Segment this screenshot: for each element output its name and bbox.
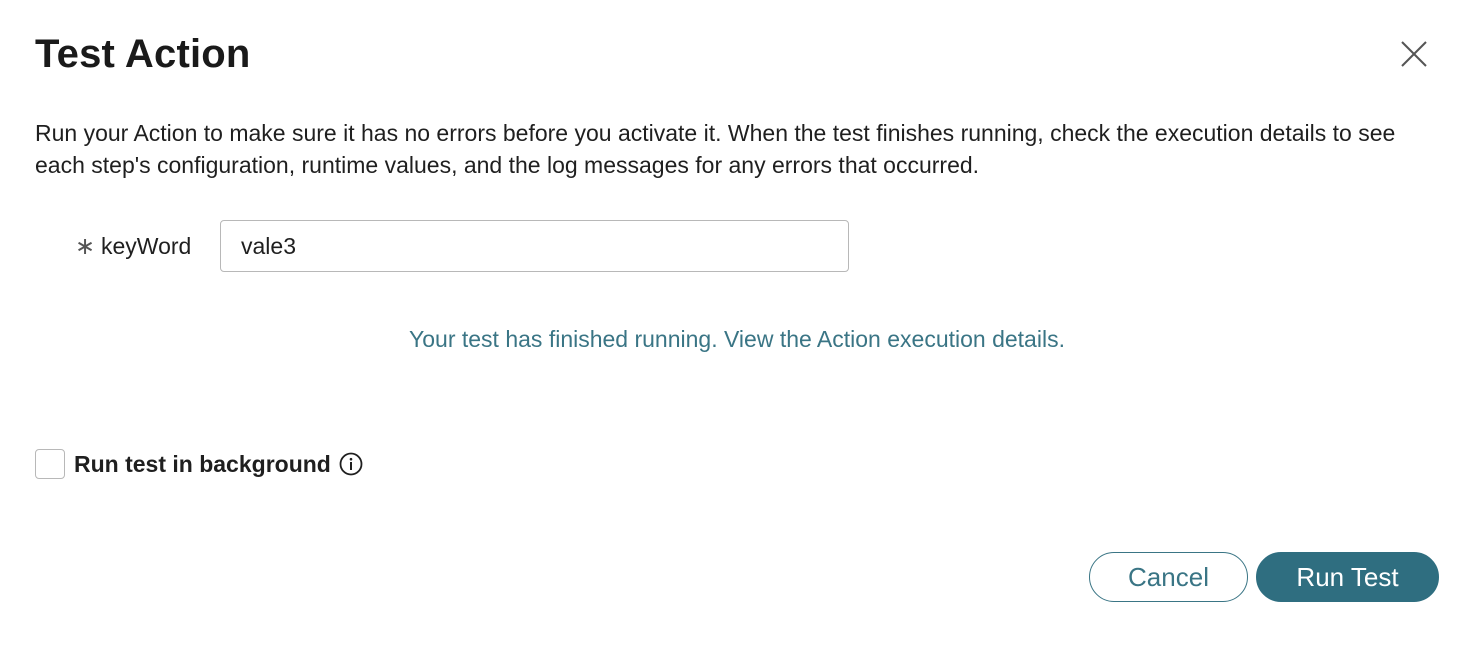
cancel-button[interactable]: Cancel xyxy=(1089,552,1248,602)
keyword-input[interactable] xyxy=(241,221,841,271)
run-in-background-checkbox[interactable] xyxy=(35,449,65,479)
run-in-background-label[interactable]: Run test in background xyxy=(74,451,331,478)
dialog-title: Test Action xyxy=(35,32,251,76)
required-asterisk-icon: ∗ xyxy=(75,232,96,260)
background-option-row: Run test in background xyxy=(35,448,363,480)
run-test-button[interactable]: Run Test xyxy=(1256,552,1439,602)
close-icon xyxy=(1401,41,1427,67)
keyword-label: ∗ keyWord xyxy=(75,220,191,272)
test-action-dialog: Test Action Run your Action to make sure… xyxy=(0,0,1484,650)
status-text: Your test has finished running. xyxy=(409,326,718,352)
execution-details-link[interactable]: View the Action execution details. xyxy=(724,326,1065,352)
info-icon[interactable] xyxy=(339,452,363,476)
keyword-label-text: keyWord xyxy=(101,232,192,259)
dialog-description: Run your Action to make sure it has no e… xyxy=(35,120,1396,178)
status-message: Your test has finished running. View the… xyxy=(0,322,1474,356)
keyword-input-box xyxy=(220,220,849,272)
close-button[interactable] xyxy=(1396,36,1432,72)
